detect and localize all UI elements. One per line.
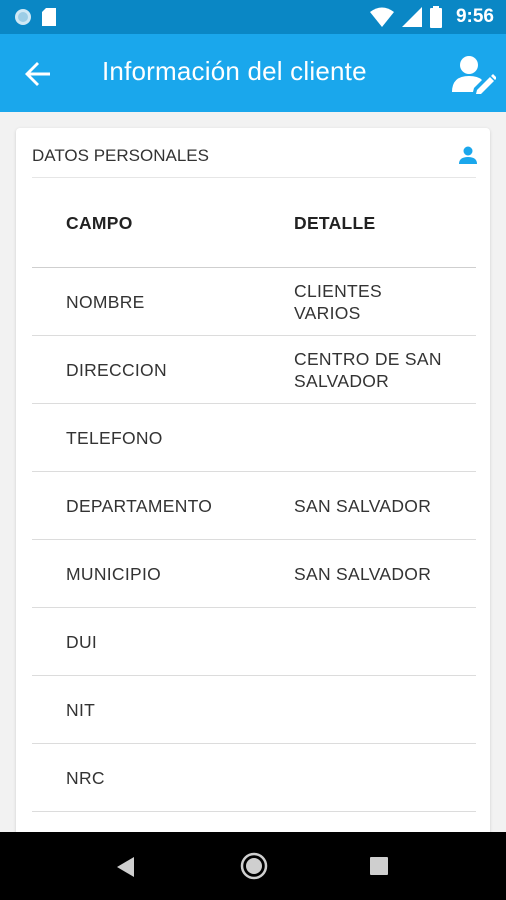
client-details-table: CAMPO DETALLE NOMBRE CLIENTES VARIOS DIR…	[32, 178, 476, 812]
row-field: TELEFONO	[66, 427, 163, 448]
table-row: NOMBRE CLIENTES VARIOS	[32, 268, 476, 336]
edit-user-icon[interactable]	[452, 54, 496, 94]
column-header-detail: DETALLE	[294, 212, 376, 233]
page-title: Información del cliente	[102, 56, 367, 86]
row-field: NOMBRE	[66, 291, 145, 312]
row-detail: SAN SALVADOR	[294, 495, 432, 516]
circle-notification-icon	[15, 9, 31, 25]
row-detail	[294, 676, 474, 743]
table-row: DIRECCION CENTRO DE SAN SALVADOR	[32, 336, 476, 404]
person-icon	[459, 146, 477, 164]
system-nav-bar	[0, 832, 506, 900]
row-field: MUNICIPIO	[66, 563, 162, 584]
table-row: TELEFONO	[32, 404, 476, 472]
table-row: NRC	[32, 744, 476, 812]
home-circle-icon[interactable]	[240, 852, 268, 880]
back-triangle-icon[interactable]	[116, 856, 136, 878]
row-detail: CENTRO DE SAN SALVADOR	[294, 348, 442, 391]
row-detail	[294, 744, 474, 811]
row-field: NRC	[66, 767, 105, 788]
row-detail: CLIENTES VARIOS	[294, 280, 382, 323]
row-detail	[294, 608, 474, 675]
column-header-field: CAMPO	[66, 212, 133, 233]
card-header: DATOS PERSONALES	[32, 128, 477, 178]
row-field: DEPARTAMENTO	[66, 495, 213, 516]
table-row: DEPARTAMENTO SAN SALVADOR	[32, 472, 476, 540]
sd-card-icon	[42, 8, 56, 26]
section-title: DATOS PERSONALES	[32, 146, 209, 165]
row-field: NIT	[66, 699, 96, 720]
client-info-card: DATOS PERSONALES CAMPO DETALLE NOMBRE CL…	[16, 128, 490, 848]
row-detail: SAN SALVADOR	[294, 563, 432, 584]
recents-square-icon[interactable]	[370, 857, 388, 875]
table-header-row: CAMPO DETALLE	[32, 178, 476, 268]
table-row: DUI	[32, 608, 476, 676]
status-time: 9:56	[455, 6, 494, 27]
table-row: NIT	[32, 676, 476, 744]
arrow-back-icon[interactable]	[22, 58, 54, 90]
status-bar: 9:56	[0, 0, 506, 34]
row-detail	[294, 404, 474, 471]
row-field: DUI	[66, 631, 98, 652]
table-row: MUNICIPIO SAN SALVADOR	[32, 540, 476, 608]
signal-icon	[401, 7, 422, 27]
row-field: DIRECCION	[66, 359, 167, 380]
wifi-icon	[369, 7, 394, 27]
battery-icon	[429, 6, 442, 28]
app-bar: Información del cliente	[0, 34, 506, 112]
